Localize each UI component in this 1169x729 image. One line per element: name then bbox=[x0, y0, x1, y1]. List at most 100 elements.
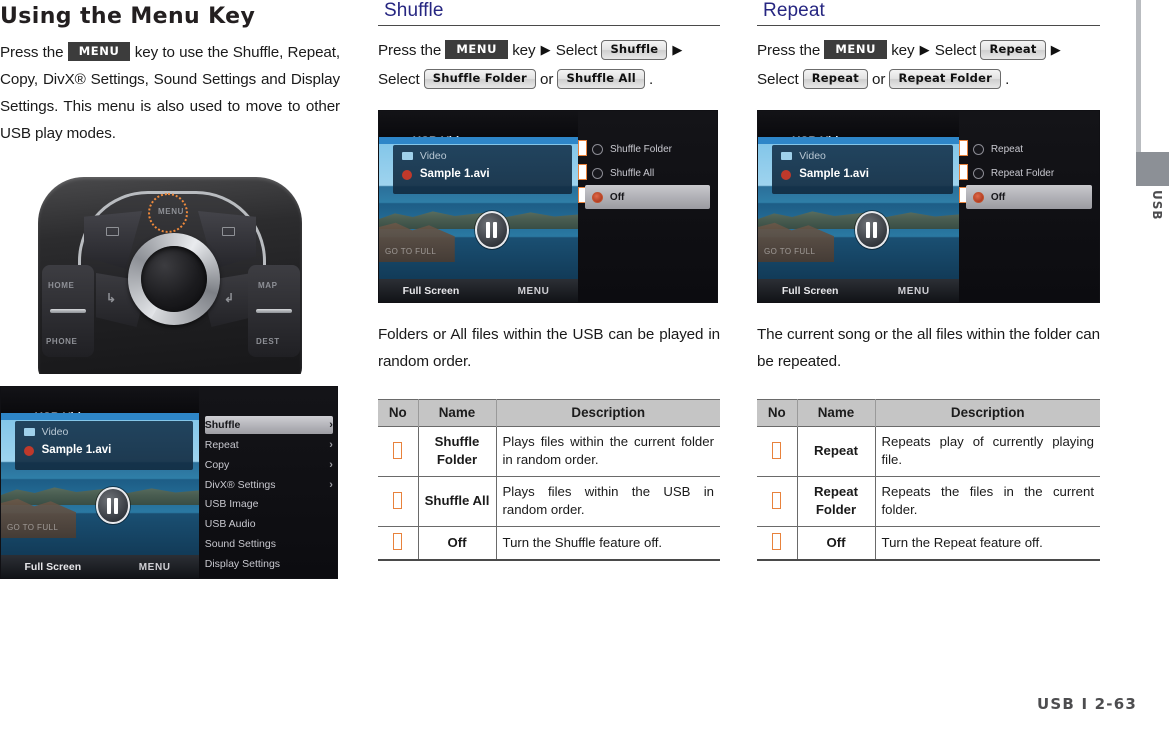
full-screen-button[interactable]: Full Screen bbox=[25, 561, 82, 573]
repeat-column: Repeat Press the MENU key ▶ Select Repea… bbox=[757, 0, 1100, 561]
menu-item-label: Display Settings bbox=[204, 557, 281, 570]
now-playing-folder: Video bbox=[41, 425, 69, 438]
option-label: Repeat Folder bbox=[990, 168, 1055, 180]
row-description-cell: Plays files within the USB in random ord… bbox=[496, 476, 720, 527]
menu-item-sound-settings[interactable]: Sound Settings bbox=[205, 535, 333, 553]
missing-glyph-icon bbox=[393, 491, 403, 509]
file-icon bbox=[401, 170, 412, 181]
row-description-cell: Plays files within the current folder in… bbox=[496, 426, 720, 477]
shuffle-table: No Name Description Shuffle Folder Plays… bbox=[378, 399, 720, 561]
side-divider-left bbox=[50, 309, 86, 313]
controller-button-dest[interactable]: DEST bbox=[256, 337, 280, 346]
callout-marker-1 bbox=[577, 139, 587, 156]
row-description-cell: Repeats the files in the current folder. bbox=[875, 476, 1100, 527]
radio-button-selected-icon bbox=[972, 191, 984, 203]
row-name-cell: Off bbox=[797, 526, 876, 561]
row-name-cell: Repeat Folder bbox=[797, 476, 876, 527]
manual-page: Using the Menu Key Press the MENU key to… bbox=[0, 0, 1169, 729]
file-icon bbox=[781, 170, 792, 181]
menu-screen-screenshot: USB Video MENU Video Sample 1.avi GO TO … bbox=[0, 386, 338, 579]
shuffle-all-button-chip[interactable]: Shuffle All bbox=[557, 69, 645, 89]
shuffle-steps: Press the MENU key ▶ Select Shuffle ▶ Se… bbox=[378, 35, 720, 94]
column-header-no: No bbox=[757, 399, 798, 427]
now-playing-box: Video Sample 1.avi bbox=[14, 421, 194, 470]
row-number-cell bbox=[757, 526, 798, 561]
missing-glyph-icon bbox=[772, 491, 782, 509]
row-name-cell: Repeat bbox=[797, 426, 876, 477]
now-playing-folder: Video bbox=[419, 149, 447, 162]
menu-softkey-label[interactable]: MENU bbox=[518, 286, 550, 297]
controller-button-home[interactable]: HOME bbox=[48, 281, 74, 290]
shuffle-option-all[interactable]: Shuffle All bbox=[591, 162, 710, 186]
shuffle-button-chip[interactable]: Shuffle bbox=[601, 40, 668, 60]
edge-rule bbox=[1136, 0, 1141, 152]
step-text: or bbox=[872, 71, 886, 88]
pause-icon[interactable] bbox=[474, 210, 509, 249]
back-arrow-icon-right: ↲ bbox=[224, 291, 235, 305]
pause-icon[interactable] bbox=[854, 210, 889, 249]
row-number-cell bbox=[757, 476, 798, 527]
column-header-no: No bbox=[378, 399, 419, 427]
controller-button-map[interactable]: MAP bbox=[258, 281, 278, 290]
step-text: . bbox=[649, 71, 654, 88]
column-header-name: Name bbox=[418, 399, 497, 427]
menu-key-chip[interactable]: MENU bbox=[824, 40, 888, 59]
repeat-option-folder[interactable]: Repeat Folder bbox=[972, 162, 1092, 186]
file-icon bbox=[23, 446, 34, 457]
repeat-option-button-chip[interactable]: Repeat bbox=[802, 69, 868, 89]
shuffle-option-off[interactable]: Off bbox=[585, 185, 711, 210]
controller-button-phone[interactable]: PHONE bbox=[46, 337, 77, 346]
page-title: Using the Menu Key bbox=[0, 4, 256, 29]
repeat-option-repeat[interactable]: Repeat bbox=[972, 138, 1092, 162]
pause-icon[interactable] bbox=[96, 486, 130, 525]
menu-item-label: Repeat bbox=[204, 438, 239, 451]
chevron-right-icon: › bbox=[329, 419, 333, 432]
menu-item-usb-audio[interactable]: USB Audio bbox=[205, 515, 333, 533]
menu-item-label: Sound Settings bbox=[204, 538, 276, 551]
table-row: Shuffle Folder Plays files within the cu… bbox=[378, 426, 720, 477]
shuffle-folder-button-chip[interactable]: Shuffle Folder bbox=[423, 69, 536, 89]
controller-jog-dial[interactable] bbox=[128, 233, 220, 325]
menu-item-label: Shuffle bbox=[204, 419, 241, 432]
radio-button-icon bbox=[591, 168, 603, 180]
step-text: key bbox=[512, 42, 536, 59]
missing-glyph-icon bbox=[393, 441, 403, 459]
row-description-cell: Turn the Shuffle feature off. bbox=[496, 526, 720, 561]
menu-item-divx-settings[interactable]: DivX® Settings › bbox=[205, 476, 333, 494]
callout-marker-1 bbox=[958, 139, 968, 156]
chapter-tab bbox=[1136, 152, 1169, 186]
menu-item-repeat[interactable]: Repeat › bbox=[205, 436, 333, 454]
option-label: Off bbox=[609, 191, 625, 203]
repeat-option-off[interactable]: Off bbox=[966, 185, 1093, 210]
rotary-controller-illustration: ↳ ↲ MENU HOME PHONE MAP DEST bbox=[0, 169, 340, 374]
section-heading-shuffle: Shuffle bbox=[378, 0, 720, 26]
table-header-row: No Name Description bbox=[757, 399, 1100, 427]
callout-marker-2 bbox=[958, 163, 968, 180]
menu-softkey-label[interactable]: MENU bbox=[139, 562, 171, 573]
menu-item-display-settings[interactable]: Display Settings bbox=[205, 555, 333, 573]
step-text: Select bbox=[757, 71, 799, 88]
video-progress-bar bbox=[379, 136, 579, 144]
video-preview[interactable]: Video Sample 1.avi GO TO FULL bbox=[1, 412, 200, 556]
missing-glyph-icon bbox=[393, 533, 403, 550]
table-row: Off Turn the Repeat feature off. bbox=[757, 526, 1100, 561]
chevron-right-icon: › bbox=[329, 478, 333, 491]
intro-text-before: Press the bbox=[0, 44, 64, 61]
column-header-name: Name bbox=[797, 399, 876, 427]
folder-icon bbox=[401, 152, 413, 161]
menu-item-usb-image[interactable]: USB Image bbox=[205, 495, 333, 513]
repeat-button-chip[interactable]: Repeat bbox=[980, 40, 1046, 60]
video-preview[interactable]: Video Sample 1.avi GO TO FULL bbox=[379, 136, 579, 280]
page-footer: USB I 2-63 bbox=[1037, 695, 1137, 713]
controller-jog-center[interactable] bbox=[141, 246, 207, 312]
video-preview[interactable]: Video Sample 1.avi GO TO FULL bbox=[758, 136, 960, 280]
menu-key-chip[interactable]: MENU bbox=[67, 42, 131, 61]
menu-softkey-label[interactable]: MENU bbox=[898, 286, 930, 297]
menu-key-chip[interactable]: MENU bbox=[445, 40, 509, 59]
menu-item-copy[interactable]: Copy › bbox=[205, 456, 333, 474]
full-screen-button[interactable]: Full Screen bbox=[403, 285, 460, 297]
repeat-folder-button-chip[interactable]: Repeat Folder bbox=[889, 69, 1001, 89]
shuffle-option-folder[interactable]: Shuffle Folder bbox=[591, 138, 710, 162]
menu-item-shuffle[interactable]: Shuffle › bbox=[204, 416, 333, 435]
full-screen-button[interactable]: Full Screen bbox=[782, 285, 839, 297]
